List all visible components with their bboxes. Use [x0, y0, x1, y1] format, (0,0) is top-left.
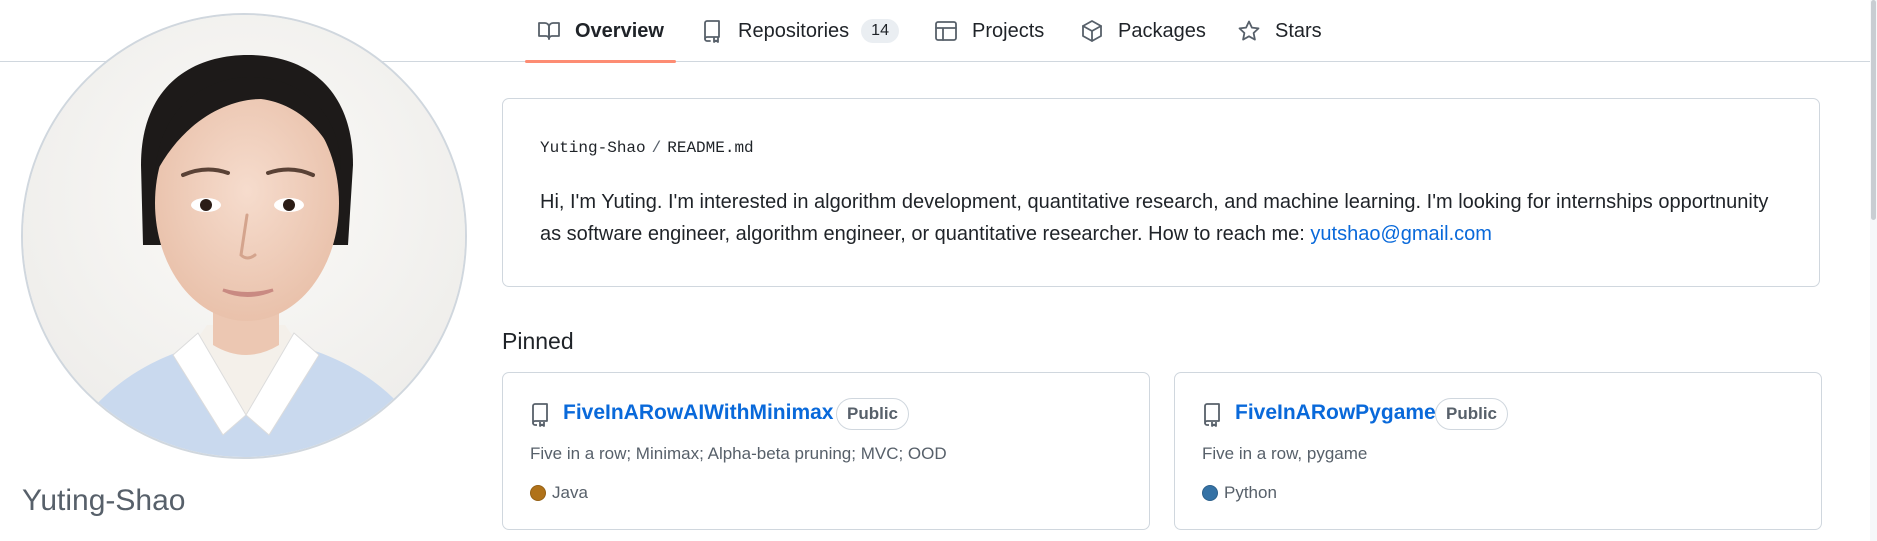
- repo-description: Five in a row; Minimax; Alpha-beta pruni…: [530, 444, 947, 463]
- project-table-icon: [935, 21, 957, 41]
- readme-content: Hi, I'm Yuting. I'm interested in algori…: [540, 186, 1790, 250]
- tab-projects-label: Projects: [972, 19, 1045, 42]
- book-icon: [538, 22, 560, 40]
- tab-projects[interactable]: Projects: [934, 0, 1044, 62]
- star-icon: [1238, 20, 1260, 41]
- repo-language: Java: [530, 483, 588, 503]
- repo-icon: [704, 20, 720, 43]
- readme-body-text: Hi, I'm Yuting. I'm interested in algori…: [540, 191, 1769, 245]
- breadcrumb-separator: /: [651, 139, 662, 157]
- readme-owner[interactable]: Yuting-Shao: [540, 139, 646, 157]
- package-icon: [1082, 20, 1102, 42]
- pinned-repo-card: FiveInARowAIWithMinimax Public Five in a…: [502, 372, 1150, 530]
- visibility-badge: Public: [1435, 398, 1509, 430]
- readme-breadcrumb: Yuting-Shao / README.md: [540, 139, 754, 157]
- tab-packages[interactable]: Packages: [1080, 0, 1206, 62]
- repo-icon: [1202, 403, 1222, 427]
- scrollbar-thumb[interactable]: [1871, 0, 1876, 220]
- avatar-photo: [23, 15, 465, 457]
- page-scrollbar[interactable]: [1870, 0, 1877, 541]
- profile-username: Yuting-Shao: [22, 484, 186, 517]
- language-label: Java: [552, 483, 588, 502]
- avatar[interactable]: [21, 13, 467, 459]
- repo-icon: [530, 403, 550, 427]
- tab-stars-label: Stars: [1275, 19, 1322, 42]
- visibility-badge: Public: [836, 398, 910, 430]
- pinned-heading: Pinned: [502, 328, 574, 354]
- repo-name-link[interactable]: FiveInARowPygame: [1235, 401, 1436, 425]
- tab-repositories-label: Repositories: [738, 19, 850, 42]
- tab-repositories[interactable]: Repositories 14: [700, 0, 899, 62]
- tab-overview[interactable]: Overview: [525, 0, 676, 63]
- pinned-repo-card: FiveInARowPygame Public Five in a row, p…: [1174, 372, 1822, 530]
- tab-overview-label: Overview: [575, 19, 664, 42]
- tab-packages-label: Packages: [1118, 19, 1206, 42]
- tab-stars[interactable]: Stars: [1237, 0, 1322, 62]
- readme-filename[interactable]: README.md: [667, 139, 753, 157]
- repo-name-link[interactable]: FiveInARowAIWithMinimax: [563, 401, 834, 425]
- repositories-count-badge: 14: [861, 19, 899, 43]
- profile-readme: Yuting-Shao / README.md Hi, I'm Yuting. I'…: [502, 98, 1820, 287]
- email-link[interactable]: yutshao@gmail.com: [1310, 223, 1491, 245]
- repo-language: Python: [1202, 483, 1277, 503]
- language-label: Python: [1224, 483, 1277, 502]
- language-color-dot: [530, 485, 546, 501]
- language-color-dot: [1202, 485, 1218, 501]
- repo-description: Five in a row, pygame: [1202, 444, 1368, 463]
